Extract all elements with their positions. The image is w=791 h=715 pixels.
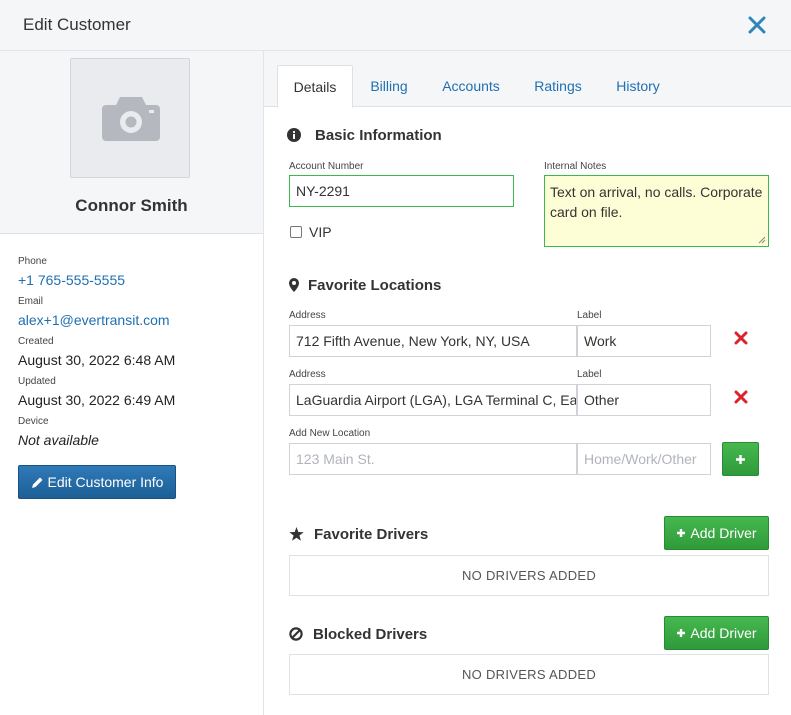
internal-notes-text: Text on arrival, no calls. Corporate car…	[550, 184, 763, 220]
camera-icon	[102, 97, 160, 141]
add-favorite-driver-button[interactable]: Add Driver	[664, 516, 769, 550]
add-favorite-driver-label: Add Driver	[690, 525, 757, 541]
internal-notes-label: Internal Notes	[544, 161, 607, 172]
email-label: Email	[18, 296, 44, 307]
blocked-drivers-title: Blocked Drivers	[313, 626, 428, 643]
location-1-label-label: Label	[577, 310, 602, 321]
customer-name: Connor Smith	[75, 196, 188, 215]
edit-customer-info-button[interactable]: Edit Customer Info	[18, 465, 176, 499]
pencil-icon	[31, 477, 43, 488]
favorite-drivers-title: Favorite Drivers	[314, 526, 429, 543]
modal-title: Edit Customer	[23, 15, 131, 34]
plus-icon	[677, 529, 686, 537]
add-new-location-label: Add New Location	[289, 428, 371, 439]
tab-accounts[interactable]: Accounts	[432, 65, 510, 107]
location-1-address-input[interactable]: 712 Fifth Avenue, New York, NY, USA	[289, 325, 577, 357]
location-1-address-label: Address	[289, 310, 326, 321]
blocked-drivers-empty-state: NO DRIVERS ADDED	[289, 654, 769, 695]
phone-link[interactable]: +1 765-555-5555	[18, 272, 125, 288]
add-location-button[interactable]	[722, 442, 759, 476]
internal-notes-textarea[interactable]: Text on arrival, no calls. Corporate car…	[544, 175, 769, 247]
basic-information-title: Basic Information	[315, 127, 442, 144]
updated-value: August 30, 2022 6:49 AM	[18, 392, 176, 408]
new-location-address-input[interactable]: 123 Main St.	[289, 443, 577, 475]
star-icon	[289, 527, 304, 541]
vip-checkbox[interactable]	[290, 226, 302, 238]
info-circle-icon	[287, 128, 301, 142]
remove-location-2-icon[interactable]	[734, 390, 748, 404]
customer-details-panel: Details Billing Accounts Ratings History…	[264, 51, 791, 715]
location-2-label-label: Label	[577, 369, 602, 380]
ban-icon	[289, 627, 303, 641]
device-label: Device	[18, 416, 49, 427]
phone-label: Phone	[18, 256, 47, 267]
favorite-locations-title: Favorite Locations	[308, 277, 442, 294]
location-1-label-input[interactable]: Work	[577, 325, 711, 357]
account-number-label: Account Number	[289, 161, 364, 172]
avatar	[70, 58, 190, 178]
plus-icon	[677, 629, 686, 637]
tab-history[interactable]: History	[604, 65, 672, 107]
add-blocked-driver-button[interactable]: Add Driver	[664, 616, 769, 650]
email-link[interactable]: alex+1@evertransit.com	[18, 312, 170, 328]
customer-profile-header: Connor Smith	[0, 51, 263, 234]
account-number-input[interactable]: NY-2291	[289, 175, 514, 207]
location-2-address-label: Address	[289, 369, 326, 380]
plus-icon	[736, 454, 745, 464]
tab-billing[interactable]: Billing	[358, 65, 420, 107]
add-blocked-driver-label: Add Driver	[690, 625, 757, 641]
created-label: Created	[18, 336, 54, 347]
remove-location-1-icon[interactable]	[734, 331, 748, 345]
map-marker-icon	[289, 278, 299, 292]
resize-grip-icon[interactable]	[758, 236, 766, 244]
created-value: August 30, 2022 6:48 AM	[18, 352, 176, 368]
vip-label: VIP	[309, 224, 332, 240]
tab-details[interactable]: Details	[277, 65, 353, 108]
edit-customer-info-label: Edit Customer Info	[47, 474, 164, 490]
favorite-drivers-empty-state: NO DRIVERS ADDED	[289, 555, 769, 596]
tab-bar: Details Billing Accounts Ratings History	[264, 51, 791, 108]
device-value: Not available	[18, 432, 99, 448]
location-2-address-input[interactable]: LaGuardia Airport (LGA), LGA Terminal C,…	[289, 384, 577, 416]
tab-ratings[interactable]: Ratings	[524, 65, 592, 107]
new-location-label-input[interactable]: Home/Work/Other	[577, 443, 711, 475]
updated-label: Updated	[18, 376, 56, 387]
location-2-label-input[interactable]: Other	[577, 384, 711, 416]
customer-summary-panel: Connor Smith Phone +1 765-555-5555 Email…	[0, 51, 264, 715]
close-icon[interactable]	[746, 13, 768, 37]
modal-header: Edit Customer	[0, 0, 791, 51]
